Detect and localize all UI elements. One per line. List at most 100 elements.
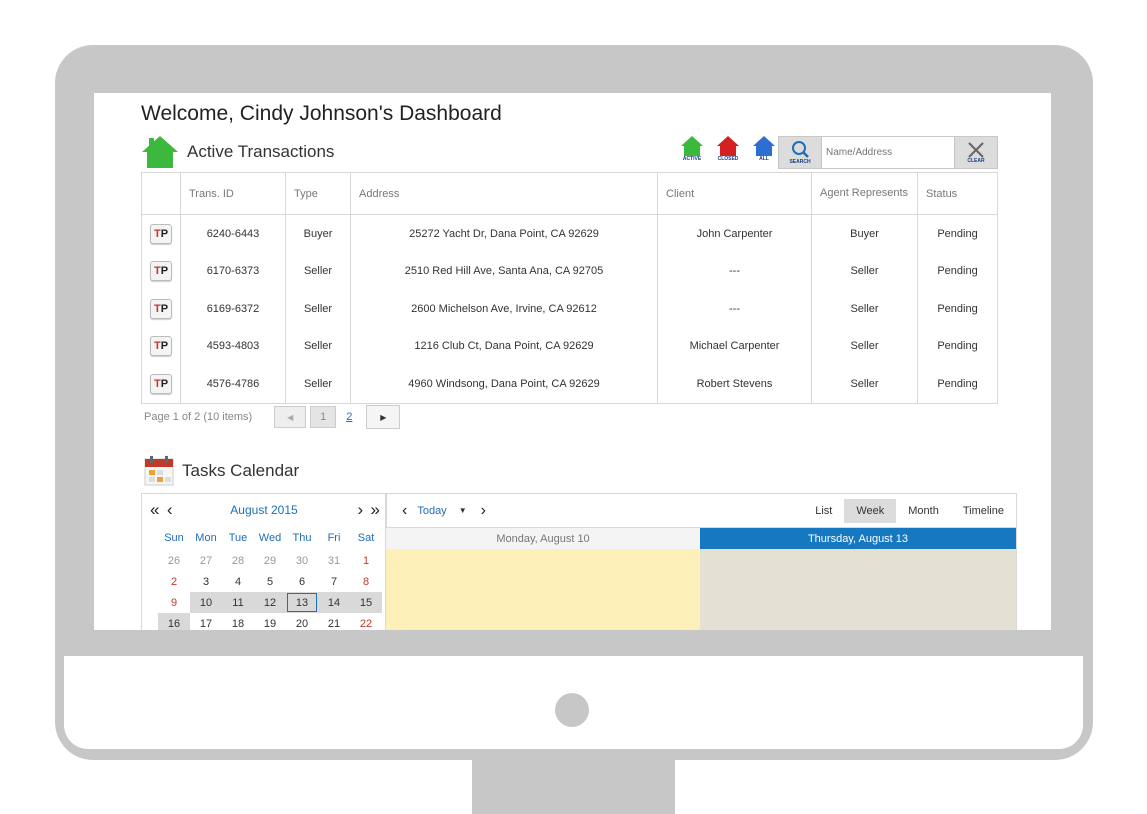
- day-cell[interactable]: 9: [158, 592, 190, 613]
- chevron-left-icon[interactable]: ‹: [167, 500, 173, 519]
- table-row[interactable]: TP 6169-6372 Seller 2600 Michelson Ave, …: [141, 290, 998, 328]
- column-header[interactable]: Type: [285, 172, 351, 215]
- search-button[interactable]: SEARCH: [779, 137, 822, 168]
- column-header[interactable]: Status: [917, 172, 998, 215]
- search-label: SEARCH: [789, 158, 811, 165]
- pager-next-button[interactable]: ▶: [366, 405, 401, 429]
- day-cell[interactable]: 15: [350, 592, 382, 613]
- tp-letter: P: [160, 265, 169, 278]
- day-cell[interactable]: 30: [286, 550, 318, 571]
- day-column[interactable]: [386, 549, 700, 630]
- day-cell[interactable]: 20: [286, 613, 318, 630]
- table-row[interactable]: TP 4576-4786 Seller 4960 Windsong, Dana …: [141, 365, 998, 404]
- day-cell[interactable]: 8: [350, 571, 382, 592]
- day-cell[interactable]: 1: [350, 550, 382, 571]
- pager-current-page: 1: [310, 406, 337, 428]
- pager-page-link[interactable]: 2: [346, 411, 352, 423]
- filter-label: ALL: [759, 156, 769, 162]
- cell-address: 4960 Windsong, Dana Point, CA 92629: [350, 365, 658, 404]
- table-row[interactable]: TP 6240-6443 Buyer 25272 Yacht Dr, Dana …: [141, 214, 998, 253]
- pager-info: Page 1 of 2 (10 items): [144, 411, 253, 423]
- day-cell[interactable]: 5: [254, 571, 286, 592]
- tp-letter: T: [153, 377, 161, 390]
- day-cell[interactable]: 22: [350, 613, 382, 630]
- view-switcher: List Week Month Timeline: [803, 499, 1016, 523]
- search-input[interactable]: [822, 137, 954, 168]
- day-cell[interactable]: 28: [222, 550, 254, 571]
- transaction-tp-icon[interactable]: TP: [150, 298, 172, 319]
- day-cell[interactable]: 6: [286, 571, 318, 592]
- day-cell[interactable]: 16: [158, 613, 190, 630]
- day-cell[interactable]: 11: [222, 592, 254, 613]
- view-month-button[interactable]: Month: [896, 499, 951, 523]
- transaction-tp-icon[interactable]: TP: [150, 373, 172, 394]
- cell-client: ---: [657, 252, 812, 290]
- cell-trans-id: 4576-4786: [180, 365, 286, 404]
- filter-label: ACTIVE: [682, 156, 702, 162]
- double-chevron-right-icon[interactable]: »: [371, 500, 381, 519]
- column-header[interactable]: Address: [350, 172, 658, 215]
- chevron-right-icon[interactable]: ›: [358, 500, 364, 519]
- day-cell[interactable]: 10: [190, 592, 222, 613]
- cell-agent: Seller: [811, 327, 918, 365]
- day-cell[interactable]: 18: [222, 613, 254, 630]
- mini-calendar: « ‹ August 2015 › » Sun Mon Tue Wed Thu …: [141, 493, 387, 630]
- day-cell-today[interactable]: 13: [286, 592, 318, 613]
- day-column[interactable]: [700, 549, 1016, 630]
- day-cell[interactable]: 2: [158, 571, 190, 592]
- day-cell[interactable]: 19: [254, 613, 286, 630]
- transaction-tp-icon[interactable]: TP: [150, 336, 172, 357]
- day-cell[interactable]: 17: [190, 613, 222, 630]
- cell-type: Seller: [285, 365, 351, 404]
- week-row: 26 27 28 29 30 31 1: [158, 550, 382, 571]
- view-timeline-button[interactable]: Timeline: [951, 499, 1016, 523]
- view-week-button[interactable]: Week: [844, 499, 897, 523]
- day-cell[interactable]: 14: [318, 592, 350, 613]
- day-cell[interactable]: 26: [158, 550, 190, 571]
- cell-status: Pending: [917, 290, 998, 328]
- mini-calendar-month[interactable]: August 2015: [230, 503, 297, 517]
- column-header[interactable]: Agent Represents: [811, 172, 918, 215]
- day-header[interactable]: Monday, August 10: [386, 527, 700, 549]
- day-cell[interactable]: 29: [254, 550, 286, 571]
- transaction-tp-icon[interactable]: TP: [150, 223, 172, 244]
- cell-address: 25272 Yacht Dr, Dana Point, CA 92629: [350, 214, 658, 253]
- today-button[interactable]: Today: [417, 505, 446, 517]
- transaction-tp-icon[interactable]: TP: [150, 261, 172, 282]
- view-list-button[interactable]: List: [803, 499, 844, 523]
- mini-calendar-header: « ‹ August 2015 › »: [142, 494, 386, 526]
- close-icon: [968, 141, 984, 158]
- filter-closed-button[interactable]: CLOSED: [714, 136, 742, 164]
- day-cell[interactable]: 21: [318, 613, 350, 630]
- search-box: SEARCH CLEAR: [778, 136, 998, 169]
- day-header-selected[interactable]: Thursday, August 13: [700, 527, 1016, 549]
- cell-type: Seller: [285, 290, 351, 328]
- table-row[interactable]: TP 6170-6373 Seller 2510 Red Hill Ave, S…: [141, 252, 998, 290]
- filter-active-button[interactable]: ACTIVE: [678, 136, 706, 164]
- cell-agent: Buyer: [811, 214, 918, 253]
- table-header-row: Trans. ID Type Address Client Agent Repr…: [141, 172, 998, 215]
- day-cell[interactable]: 4: [222, 571, 254, 592]
- chevron-right-icon[interactable]: ›: [481, 502, 486, 520]
- chevron-left-icon[interactable]: ‹: [402, 502, 407, 520]
- cell-type: Buyer: [285, 214, 351, 253]
- cell-client: John Carpenter: [657, 214, 812, 253]
- caret-down-icon[interactable]: ▼: [459, 506, 467, 515]
- day-cell[interactable]: 31: [318, 550, 350, 571]
- table-row[interactable]: TP 4593-4803 Seller 1216 Club Ct, Dana P…: [141, 327, 998, 365]
- clear-button[interactable]: CLEAR: [954, 137, 997, 168]
- column-header[interactable]: Trans. ID: [180, 172, 286, 215]
- tp-letter: P: [160, 227, 169, 240]
- section-title: Active Transactions: [187, 142, 335, 161]
- day-cell[interactable]: 27: [190, 550, 222, 571]
- pager-prev-button[interactable]: ◀: [274, 406, 307, 428]
- section-title: Tasks Calendar: [182, 461, 300, 480]
- day-cell[interactable]: 3: [190, 571, 222, 592]
- page-title: Welcome, Cindy Johnson's Dashboard: [141, 102, 502, 125]
- tp-cell: TP: [141, 365, 181, 404]
- double-chevron-left-icon[interactable]: «: [150, 500, 160, 519]
- filter-all-button[interactable]: ALL: [750, 136, 778, 164]
- day-cell[interactable]: 7: [318, 571, 350, 592]
- day-cell[interactable]: 12: [254, 592, 286, 613]
- column-header[interactable]: Client: [657, 172, 812, 215]
